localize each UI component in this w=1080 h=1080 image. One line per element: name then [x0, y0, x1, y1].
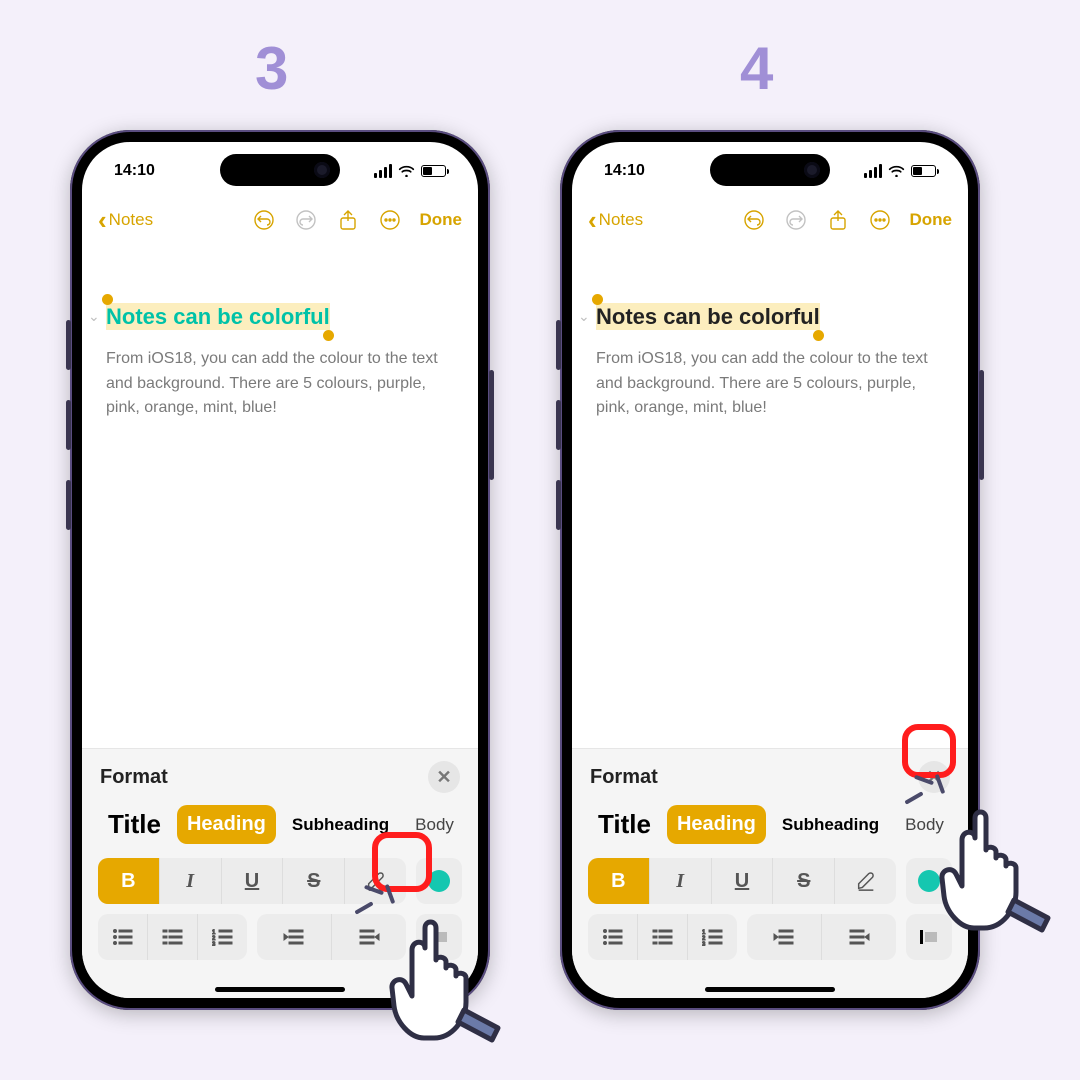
strikethrough-button[interactable]: S [772, 858, 834, 904]
format-panel-title: Format [590, 766, 658, 789]
cellular-icon [864, 164, 882, 178]
nav-toolbar: ‹ Notes Done [82, 198, 478, 242]
note-title[interactable]: Notes can be colorful [596, 303, 820, 330]
list-style-segment: 123 [98, 914, 247, 960]
outdent-button[interactable] [747, 914, 821, 960]
bold-button[interactable]: B [98, 858, 159, 904]
bullet-list-button[interactable] [98, 914, 147, 960]
wifi-icon [888, 165, 905, 177]
selection-handle-end[interactable] [813, 330, 824, 341]
numbered-list-button[interactable]: 123 [197, 914, 247, 960]
phone-frame-step4: 14:10 ‹ Notes Done [560, 130, 980, 1010]
selection-handle-start[interactable] [592, 294, 603, 305]
status-time: 14:10 [114, 162, 155, 180]
dynamic-island [710, 154, 830, 186]
share-icon[interactable] [336, 208, 360, 232]
list-style-segment: 123 [588, 914, 737, 960]
status-time: 14:10 [604, 162, 645, 180]
style-subheading[interactable]: Subheading [772, 807, 889, 843]
redo-icon[interactable] [784, 208, 808, 232]
home-indicator[interactable] [705, 987, 835, 992]
wifi-icon [398, 165, 415, 177]
note-body[interactable]: From iOS18, you can add the colour to th… [596, 347, 944, 421]
done-button[interactable]: Done [910, 210, 953, 230]
more-icon[interactable] [378, 208, 402, 232]
pencil-icon [855, 870, 877, 892]
style-subheading[interactable]: Subheading [282, 807, 399, 843]
close-format-button[interactable]: ✕ [428, 761, 460, 793]
text-color-button[interactable] [416, 858, 462, 904]
back-label: Notes [109, 210, 153, 230]
undo-icon[interactable] [252, 208, 276, 232]
nav-toolbar: ‹ Notes Done [572, 198, 968, 242]
style-heading[interactable]: Heading [177, 805, 276, 844]
redo-icon[interactable] [294, 208, 318, 232]
battery-icon [911, 165, 936, 177]
more-icon[interactable] [868, 208, 892, 232]
note-body[interactable]: From iOS18, you can add the colour to th… [106, 347, 454, 421]
svg-text:3: 3 [212, 942, 216, 946]
strikethrough-button[interactable]: S [282, 858, 344, 904]
phone-frame-step3: 14:10 ‹ Notes Done [70, 130, 490, 1010]
done-button[interactable]: Done [420, 210, 463, 230]
battery-icon [421, 165, 446, 177]
bullet-list-button[interactable] [588, 914, 637, 960]
text-format-segment: B I U S [588, 858, 896, 904]
bold-button[interactable]: B [588, 858, 649, 904]
home-indicator[interactable] [215, 987, 345, 992]
indent-segment [747, 914, 896, 960]
numbered-list-button[interactable]: 123 [687, 914, 737, 960]
back-label: Notes [599, 210, 643, 230]
note-title[interactable]: Notes can be colorful [106, 303, 330, 330]
indent-button[interactable] [821, 914, 896, 960]
fold-chevron-icon[interactable]: ⌄ [88, 308, 100, 325]
dash-list-button[interactable] [147, 914, 197, 960]
style-body[interactable]: Body [405, 807, 462, 843]
close-icon: ✕ [436, 767, 451, 788]
dynamic-island [220, 154, 340, 186]
undo-icon[interactable] [742, 208, 766, 232]
outdent-button[interactable] [257, 914, 331, 960]
tap-hand-icon [380, 910, 510, 1060]
underline-button[interactable]: U [221, 858, 283, 904]
dash-list-button[interactable] [637, 914, 687, 960]
highlighter-button[interactable] [834, 858, 896, 904]
chevron-left-icon: ‹ [98, 207, 107, 233]
selection-handle-end[interactable] [323, 330, 334, 341]
cellular-icon [374, 164, 392, 178]
style-heading[interactable]: Heading [667, 805, 766, 844]
style-title[interactable]: Title [98, 801, 171, 848]
selection-handle-start[interactable] [102, 294, 113, 305]
format-panel-title: Format [100, 766, 168, 789]
underline-button[interactable]: U [711, 858, 773, 904]
step-number-4: 4 [740, 34, 773, 103]
share-icon[interactable] [826, 208, 850, 232]
svg-text:3: 3 [702, 942, 706, 946]
paragraph-style-row: Title Heading Subheading Body [98, 801, 462, 848]
back-button[interactable]: ‹ Notes [98, 207, 153, 233]
color-swatch-icon [428, 870, 450, 892]
back-button[interactable]: ‹ Notes [588, 207, 643, 233]
tap-hand-icon [930, 800, 1060, 950]
step-number-3: 3 [255, 34, 288, 103]
text-color-segment [416, 858, 462, 904]
chevron-left-icon: ‹ [588, 207, 597, 233]
italic-button[interactable]: I [649, 858, 711, 904]
italic-button[interactable]: I [159, 858, 221, 904]
fold-chevron-icon[interactable]: ⌄ [578, 308, 590, 325]
paragraph-style-row: Title Heading Subheading Body [588, 801, 952, 848]
style-title[interactable]: Title [588, 801, 661, 848]
